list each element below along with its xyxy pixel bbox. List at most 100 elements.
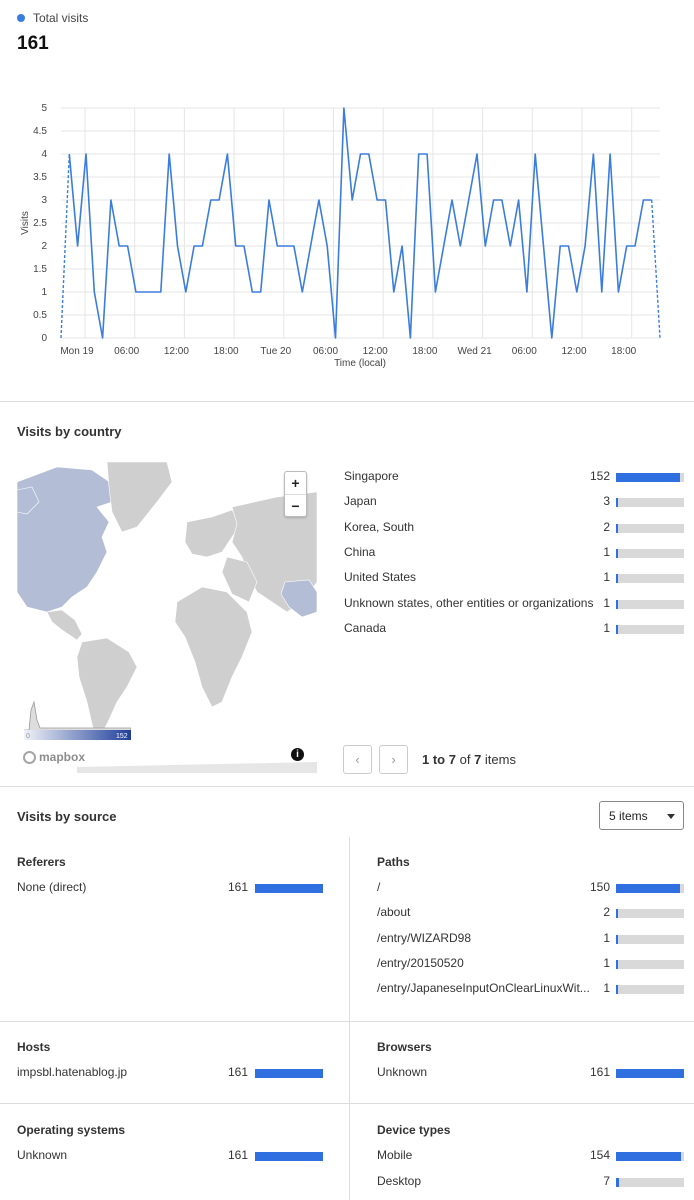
country-bar <box>616 498 684 508</box>
path-label: /entry/WIZARD98 <box>377 930 472 945</box>
visits-line-chart[interactable]: 0 0.5 1 1.5 2 2.5 3 3.5 4 4.5 5 Mon 19 06:00 12:00 18:… <box>0 95 694 380</box>
pager-total: 7 <box>474 752 482 767</box>
device-bar-fill <box>616 1177 619 1187</box>
country-value: 1 <box>603 595 610 610</box>
country-panel: Visits by country + − 0 152 mapbox i Sin… <box>0 402 694 787</box>
country-row[interactable]: United States 1 <box>344 570 684 588</box>
device-value: 7 <box>603 1173 610 1188</box>
country-bar-fill <box>616 574 618 584</box>
browser-label: Unknown <box>377 1065 428 1079</box>
map-antarctica <box>77 762 317 773</box>
pager-of: of <box>459 752 471 767</box>
country-label: United States <box>344 570 417 585</box>
country-bar <box>616 599 684 609</box>
path-label: /about <box>377 905 411 920</box>
country-bar <box>616 523 684 533</box>
source-row-divider-2 <box>0 1103 694 1104</box>
path-row[interactable]: /entry/JapaneseInputOnClearLinuxWit... 1 <box>377 981 684 999</box>
device-value: 154 <box>589 1148 610 1162</box>
map-central-america <box>46 609 83 641</box>
path-value: 1 <box>603 981 610 996</box>
pager-prev-button[interactable]: ‹ <box>343 745 372 774</box>
path-row[interactable]: / 150 <box>377 880 684 898</box>
country-bar-fill <box>616 599 618 609</box>
y-tick-label: 1.5 <box>33 264 47 275</box>
device-row[interactable]: Desktop 7 <box>377 1174 684 1192</box>
dropdown-value: 5 items <box>609 809 648 823</box>
zoom-out-button[interactable]: − <box>285 494 306 516</box>
browser-value: 161 <box>589 1065 610 1079</box>
country-label: Unknown states, other entities or organi… <box>344 595 594 610</box>
info-icon[interactable]: i <box>291 748 304 761</box>
path-row[interactable]: /entry/WIZARD98 1 <box>377 931 684 949</box>
country-label: Canada <box>344 620 387 635</box>
pager-next-button[interactable]: › <box>379 745 408 774</box>
referer-value: 161 <box>227 880 248 894</box>
country-row[interactable]: Korea, South 2 <box>344 520 684 538</box>
path-row[interactable]: /about 2 <box>377 905 684 923</box>
path-label: / <box>377 880 381 894</box>
country-bar-fill <box>616 523 618 533</box>
country-row[interactable]: Canada 1 <box>344 621 684 639</box>
x-tick-label: 12:00 <box>363 346 388 357</box>
os-title: Operating systems <box>17 1123 126 1137</box>
mapbox-logo[interactable]: mapbox <box>23 750 85 764</box>
country-section-title: Visits by country <box>17 424 122 439</box>
y-tick-label: 4.5 <box>33 126 47 137</box>
total-visits-panel: Total visits 161 0 0.5 1 1.5 2 2.5 3 3.5 4 4.5 5 Mo… <box>0 0 694 402</box>
host-row[interactable]: impsbl.hatenablog.jp 161 <box>17 1065 323 1083</box>
path-value: 150 <box>589 880 610 894</box>
zoom-in-button[interactable]: + <box>285 472 306 494</box>
country-row[interactable]: Unknown states, other entities or organi… <box>344 596 684 614</box>
path-bar <box>616 985 684 995</box>
source-panel: Visits by source 5 items Referers Paths … <box>0 787 694 1200</box>
path-value: 2 <box>603 905 610 920</box>
referers-title: Referers <box>17 855 66 869</box>
paths-title: Paths <box>377 855 410 869</box>
country-row[interactable]: China 1 <box>344 545 684 563</box>
chevron-down-icon <box>667 814 675 819</box>
country-bar-fill <box>616 473 680 482</box>
country-label: Korea, South <box>344 519 415 534</box>
country-value: 1 <box>603 620 610 635</box>
y-tick-label: 4 <box>41 149 47 160</box>
x-tick-label: Tue 20 <box>260 346 291 357</box>
referer-row[interactable]: None (direct) 161 <box>17 880 323 898</box>
x-tick-label: 12:00 <box>561 346 586 357</box>
path-bar-fill <box>616 909 618 919</box>
os-value: 161 <box>227 1148 248 1162</box>
browser-row[interactable]: Unknown 161 <box>377 1065 684 1083</box>
country-label: Japan <box>344 494 377 509</box>
os-row[interactable]: Unknown 161 <box>17 1148 323 1166</box>
y-tick-label: 1 <box>41 287 47 298</box>
map-africa <box>174 586 253 708</box>
country-value: 1 <box>603 570 610 585</box>
country-bar-fill <box>616 498 618 508</box>
country-row[interactable]: Japan 3 <box>344 494 684 512</box>
country-bar <box>616 473 684 482</box>
source-section-title: Visits by source <box>17 809 117 824</box>
browser-bar-fill <box>616 1069 684 1078</box>
country-row[interactable]: Singapore 152 <box>344 469 684 487</box>
host-bar-fill <box>255 1069 323 1078</box>
browser-bar <box>616 1069 684 1078</box>
country-bar-fill <box>616 548 618 558</box>
source-row-divider-1 <box>0 1021 694 1022</box>
path-row[interactable]: /entry/20150520 1 <box>377 956 684 974</box>
device-bar-fill <box>616 1152 682 1161</box>
total-visits-legend[interactable]: Total visits <box>17 11 88 25</box>
y-axis-label: Visits <box>20 211 31 235</box>
device-row[interactable]: Mobile 154 <box>377 1148 684 1166</box>
map-europe <box>184 509 243 558</box>
map-zoom-controls: + − <box>284 471 307 517</box>
device-label: Desktop <box>377 1173 422 1188</box>
country-value: 152 <box>589 469 610 483</box>
x-tick-label: 18:00 <box>214 346 239 357</box>
device-bar <box>616 1152 684 1161</box>
items-count-dropdown[interactable]: 5 items <box>599 801 684 830</box>
x-tick-label: 12:00 <box>164 346 189 357</box>
referer-bar <box>255 884 323 893</box>
path-bar <box>616 934 684 944</box>
pager-status: 1 to 7 of 7 items <box>422 752 516 767</box>
country-label: China <box>344 544 376 559</box>
